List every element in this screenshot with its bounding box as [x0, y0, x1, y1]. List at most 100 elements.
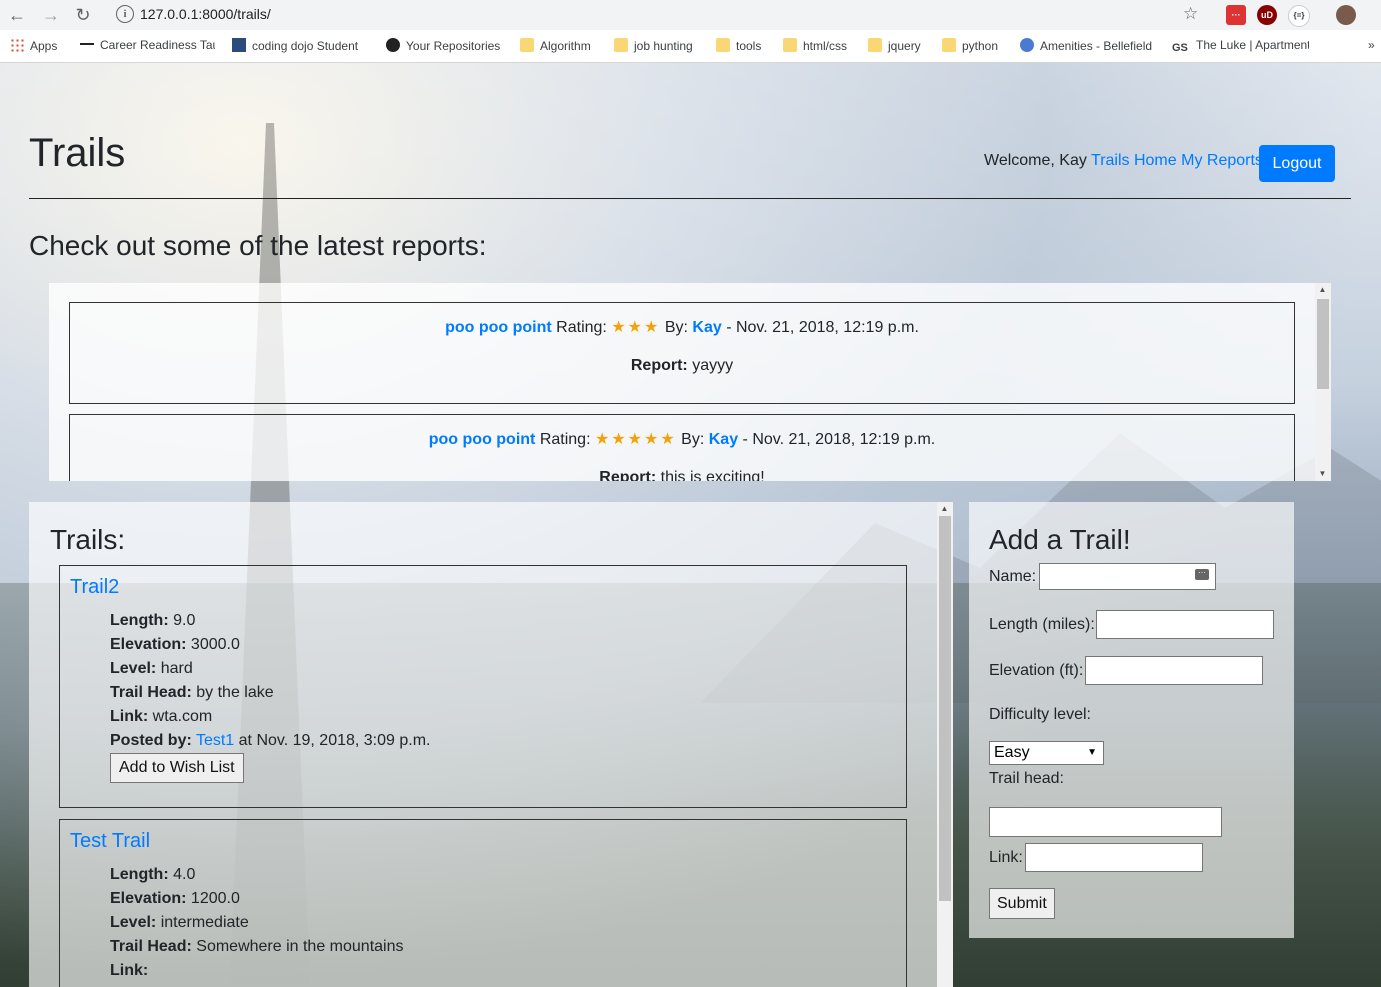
- extension-red-icon[interactable]: ···: [1226, 5, 1246, 25]
- name-input[interactable]: ···: [1039, 563, 1216, 590]
- back-arrow-icon[interactable]: ←: [6, 4, 28, 26]
- report-author-link[interactable]: Kay: [709, 431, 738, 448]
- page-title: Trails: [29, 131, 126, 175]
- length-value: 4.0: [173, 866, 196, 883]
- reload-icon[interactable]: ↻: [72, 4, 94, 26]
- bookmark-html-css[interactable]: html/css: [783, 38, 847, 53]
- bookmark-label: jquery: [888, 39, 921, 53]
- length-label: Length:: [110, 866, 169, 883]
- bookmark-algorithm[interactable]: Algorithm: [520, 38, 591, 53]
- header-nav: Welcome, Kay Trails Home My Reports: [984, 152, 1263, 170]
- link-value: wta.com: [152, 708, 213, 725]
- autofill-icon[interactable]: ···: [1195, 569, 1209, 580]
- trail-card: Trail2 Length: 9.0 Elevation: 3000.0 Lev…: [59, 565, 907, 808]
- folder-icon: [783, 38, 797, 52]
- report-trail-link[interactable]: poo poo point: [429, 431, 536, 448]
- trail-elevation: Elevation: 1200.0: [110, 890, 240, 908]
- folder-icon: [520, 38, 534, 52]
- forward-arrow-icon[interactable]: →: [40, 4, 62, 26]
- b-circle-icon: [1020, 38, 1034, 52]
- bookmark-label: python: [962, 39, 999, 53]
- add-to-wish-list-button[interactable]: Add to Wish List: [110, 753, 244, 783]
- bookmark-github[interactable]: Your Repositories: [386, 38, 500, 53]
- rating-label: Rating:: [539, 431, 591, 448]
- bookmark-jquery[interactable]: jquery: [868, 38, 921, 53]
- scrollbar-thumb[interactable]: [939, 516, 951, 901]
- link-input[interactable]: [1025, 843, 1203, 872]
- bookmark-job-hunting[interactable]: job hunting: [614, 38, 693, 53]
- level-value: hard: [160, 660, 193, 677]
- apps-grid-icon: [10, 38, 24, 52]
- json-extension-icon[interactable]: {=}: [1288, 5, 1310, 27]
- trails-home-link[interactable]: Trails Home: [1091, 152, 1177, 169]
- logout-button[interactable]: Logout: [1259, 145, 1335, 182]
- length-value: 9.0: [173, 612, 196, 629]
- bookmark-python[interactable]: python: [942, 38, 998, 53]
- poster-link[interactable]: Test1: [196, 732, 234, 749]
- bookmark-label: html/css: [803, 39, 848, 53]
- trail-head-textarea[interactable]: [989, 807, 1222, 837]
- my-reports-link[interactable]: My Reports: [1181, 152, 1263, 169]
- report-text: yayyy: [692, 357, 734, 374]
- trail-name-link[interactable]: Test Trail: [70, 830, 150, 853]
- trail-link: Link: wta.com: [110, 708, 212, 726]
- bookmark-apps[interactable]: Apps: [10, 38, 57, 53]
- trail-head-label: Trail head:: [989, 770, 1064, 787]
- report-author-link[interactable]: Kay: [692, 319, 721, 336]
- bookmark-amenities[interactable]: Amenities - Bellefield: [1020, 38, 1155, 53]
- report-date: - Nov. 21, 2018, 12:19 p.m.: [742, 431, 936, 448]
- report-label: Report:: [630, 357, 688, 374]
- report-body: Report: yayyy: [70, 357, 1294, 375]
- report-body: Report: this is exciting!: [70, 469, 1294, 481]
- info-icon[interactable]: i: [116, 5, 134, 23]
- bookmark-label: job hunting: [634, 39, 693, 53]
- head-value: Somewhere in the mountains: [196, 938, 404, 955]
- difficulty-select[interactable]: Easy ▼: [989, 741, 1104, 765]
- profile-avatar[interactable]: [1336, 5, 1356, 25]
- length-label: Length (miles):: [989, 616, 1095, 633]
- bookmarks-bar: Apps Career Readiness Tau coding dojo St…: [0, 30, 1381, 63]
- folder-icon: [716, 38, 730, 52]
- bookmark-tools[interactable]: tools: [716, 38, 761, 53]
- scrollbar-thumb[interactable]: [1317, 299, 1329, 389]
- dash-icon: [80, 43, 94, 51]
- welcome-text: Welcome, Kay: [984, 152, 1087, 169]
- page-content: Trails Welcome, Kay Trails Home My Repor…: [0, 63, 1381, 987]
- address-bar[interactable]: i 127.0.0.1:8000/trails/: [104, 2, 1212, 28]
- scroll-up-arrow-icon[interactable]: ▲: [937, 504, 952, 513]
- trail-posted-by: Posted by: Test1 at Nov. 19, 2018, 3:09 …: [110, 732, 430, 750]
- url-text[interactable]: 127.0.0.1:8000/trails/: [140, 6, 271, 22]
- ublock-icon[interactable]: uD: [1257, 5, 1277, 25]
- bookmarks-overflow-icon[interactable]: »: [1368, 38, 1375, 52]
- elevation-input[interactable]: [1085, 656, 1263, 685]
- trail-name-link[interactable]: Trail2: [70, 576, 119, 599]
- trail-elevation: Elevation: 3000.0: [110, 636, 240, 654]
- bookmark-label: Algorithm: [540, 39, 591, 53]
- rating-label: Rating:: [556, 319, 607, 336]
- bookmark-star-icon[interactable]: ☆: [1183, 4, 1198, 24]
- dropdown-caret-icon: ▼: [1087, 747, 1097, 758]
- bookmark-coding-dojo[interactable]: coding dojo Student: [232, 38, 367, 53]
- bookmark-the-luke[interactable]: GS The Luke | Apartment: [1172, 38, 1309, 56]
- length-input[interactable]: [1096, 610, 1274, 639]
- bookmark-label: Apps: [30, 39, 58, 53]
- github-icon: [386, 38, 400, 52]
- name-label: Name:: [989, 568, 1037, 585]
- difficulty-value: Easy: [994, 744, 1030, 761]
- scroll-up-arrow-icon[interactable]: ▲: [1315, 285, 1330, 294]
- elevation-value: 3000.0: [190, 636, 240, 653]
- add-trail-form: Add a Trail! Name: ··· Length (miles): E…: [969, 502, 1294, 938]
- submit-button[interactable]: Submit: [989, 888, 1055, 919]
- trails-heading: Trails:: [50, 524, 126, 555]
- reports-scroll-box[interactable]: poo poo point Rating: ★★★ By: Kay - Nov.…: [49, 283, 1331, 481]
- reports-scrollbar[interactable]: ▲ ▼: [1315, 283, 1331, 481]
- trails-list-panel[interactable]: Trails: Trail2 Length: 9.0 Elevation: 30…: [29, 502, 953, 987]
- trails-scrollbar[interactable]: ▲: [937, 502, 953, 987]
- report-date: - Nov. 21, 2018, 12:19 p.m.: [726, 319, 919, 336]
- bookmark-label: coding dojo Student: [252, 39, 359, 53]
- report-trail-link[interactable]: poo poo point: [445, 319, 552, 336]
- level-label: Level:: [110, 914, 157, 931]
- bookmark-career[interactable]: Career Readiness Tau: [80, 38, 215, 52]
- report-header: poo poo point Rating: ★★★★★ By: Kay - No…: [70, 429, 1294, 449]
- scroll-down-arrow-icon[interactable]: ▼: [1315, 469, 1330, 478]
